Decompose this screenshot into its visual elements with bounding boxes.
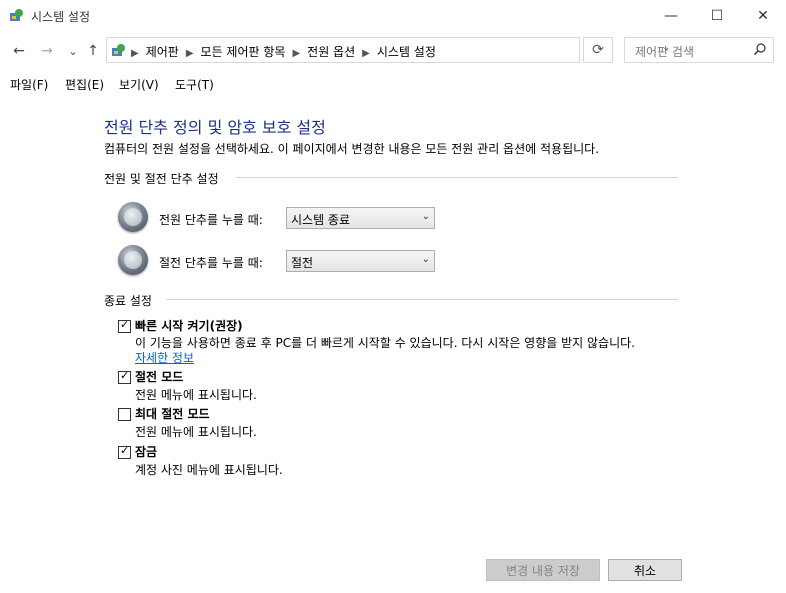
hibernate-label: 최대 절전 모드	[135, 407, 210, 421]
sleep-button-select[interactable]: 절전 ⌄	[286, 250, 435, 272]
menu-file[interactable]: 파일(F)	[10, 76, 48, 93]
menu-edit[interactable]: 편집(E)	[65, 76, 104, 93]
page-title: 전원 단추 정의 및 암호 보호 설정	[104, 118, 326, 137]
checkmark-icon: ✓	[120, 444, 130, 457]
sleep-button-label: 절전 단추를 누를 때:	[159, 256, 263, 270]
chevron-down-icon: ⌄	[421, 211, 430, 222]
close-button[interactable]: ✕	[740, 0, 786, 32]
power-button-icon	[118, 202, 148, 232]
forward-button[interactable]: →	[37, 41, 57, 61]
search-icon	[754, 43, 766, 55]
maximize-button[interactable]: ☐	[694, 0, 740, 32]
power-button-select[interactable]: 시스템 종료 ⌄	[286, 207, 435, 229]
menu-tools[interactable]: 도구(T)	[175, 76, 214, 93]
fast-startup-checkbox[interactable]: ✓	[118, 318, 131, 333]
breadcrumb-item-power-options[interactable]: 전원 옵션	[307, 45, 355, 59]
address-bar[interactable]: ▶ 제어판 ▶ 모든 제어판 항목 ▶ 전원 옵션 ▶ 시스템 설정 ⌄	[106, 37, 670, 63]
lock-desc: 계정 사진 메뉴에 표시됩니다.	[135, 463, 283, 477]
menu-bar: 파일(F) 편집(E) 보기(V) 도구(T)	[0, 72, 786, 94]
lock-label: 잠금	[135, 445, 158, 459]
fast-startup-desc: 이 기능을 사용하면 종료 후 PC를 더 빠르게 시작할 수 있습니다. 다시…	[135, 336, 635, 350]
section-divider	[236, 177, 678, 178]
shutdown-section-title: 종료 설정	[104, 294, 152, 308]
breadcrumb-item-system-settings[interactable]: 시스템 설정	[377, 45, 436, 59]
power-section-title: 전원 및 절전 단추 설정	[104, 172, 219, 186]
breadcrumb: ▶ 제어판 ▶ 모든 제어판 항목 ▶ 전원 옵션 ▶ 시스템 설정	[131, 43, 436, 60]
recent-locations-button[interactable]: ⌄	[63, 41, 83, 61]
hibernate-desc: 전원 메뉴에 표시됩니다.	[135, 425, 257, 439]
page-description: 컴퓨터의 전원 설정을 선택하세요. 이 페이지에서 변경한 내용은 모든 전원…	[104, 142, 600, 156]
search-placeholder: 제어판 검색	[635, 45, 695, 59]
save-changes-button[interactable]: 변경 내용 저장	[486, 559, 600, 581]
back-button[interactable]: ←	[9, 41, 29, 61]
refresh-button[interactable]: ⟳	[583, 37, 613, 63]
sleep-label: 절전 모드	[135, 370, 184, 384]
chevron-right-icon: ▶	[185, 48, 194, 59]
power-button-label: 전원 단추를 누를 때:	[159, 213, 263, 227]
checkmark-icon: ✓	[120, 318, 130, 331]
main-content: 전원 단추 정의 및 암호 보호 설정 컴퓨터의 전원 설정을 선택하세요. 이…	[0, 96, 786, 536]
menu-view[interactable]: 보기(V)	[119, 76, 159, 93]
cancel-button[interactable]: 취소	[608, 559, 682, 581]
control-panel-icon	[112, 44, 125, 56]
search-input[interactable]: 제어판 검색	[624, 37, 774, 63]
breadcrumb-item-control-panel[interactable]: 제어판	[146, 45, 179, 59]
fast-startup-label: 빠른 시작 켜기(권장)	[135, 319, 243, 333]
chevron-down-icon: ⌄	[421, 254, 430, 265]
sleep-button-icon	[118, 245, 148, 275]
breadcrumb-item-all-items[interactable]: 모든 제어판 항목	[201, 45, 286, 59]
minimize-button[interactable]: —	[648, 0, 694, 32]
lock-checkbox[interactable]: ✓	[118, 444, 131, 459]
sleep-checkbox[interactable]: ✓	[118, 369, 131, 384]
section-divider	[166, 299, 678, 300]
up-button[interactable]: ↑	[83, 41, 103, 61]
checkmark-icon: ✓	[120, 369, 130, 382]
sleep-button-value: 절전	[291, 256, 314, 270]
power-button-value: 시스템 종료	[291, 213, 351, 227]
chevron-right-icon: ▶	[362, 48, 370, 59]
title-bar: 시스템 설정 — ☐ ✕	[0, 0, 786, 32]
hibernate-checkbox[interactable]	[118, 408, 131, 421]
window-title: 시스템 설정	[31, 10, 91, 24]
more-info-link[interactable]: 자세한 정보	[135, 349, 194, 366]
control-panel-icon	[10, 9, 23, 21]
chevron-right-icon: ▶	[131, 48, 139, 59]
chevron-right-icon: ▶	[292, 48, 301, 59]
sleep-desc: 전원 메뉴에 표시됩니다.	[135, 388, 257, 402]
